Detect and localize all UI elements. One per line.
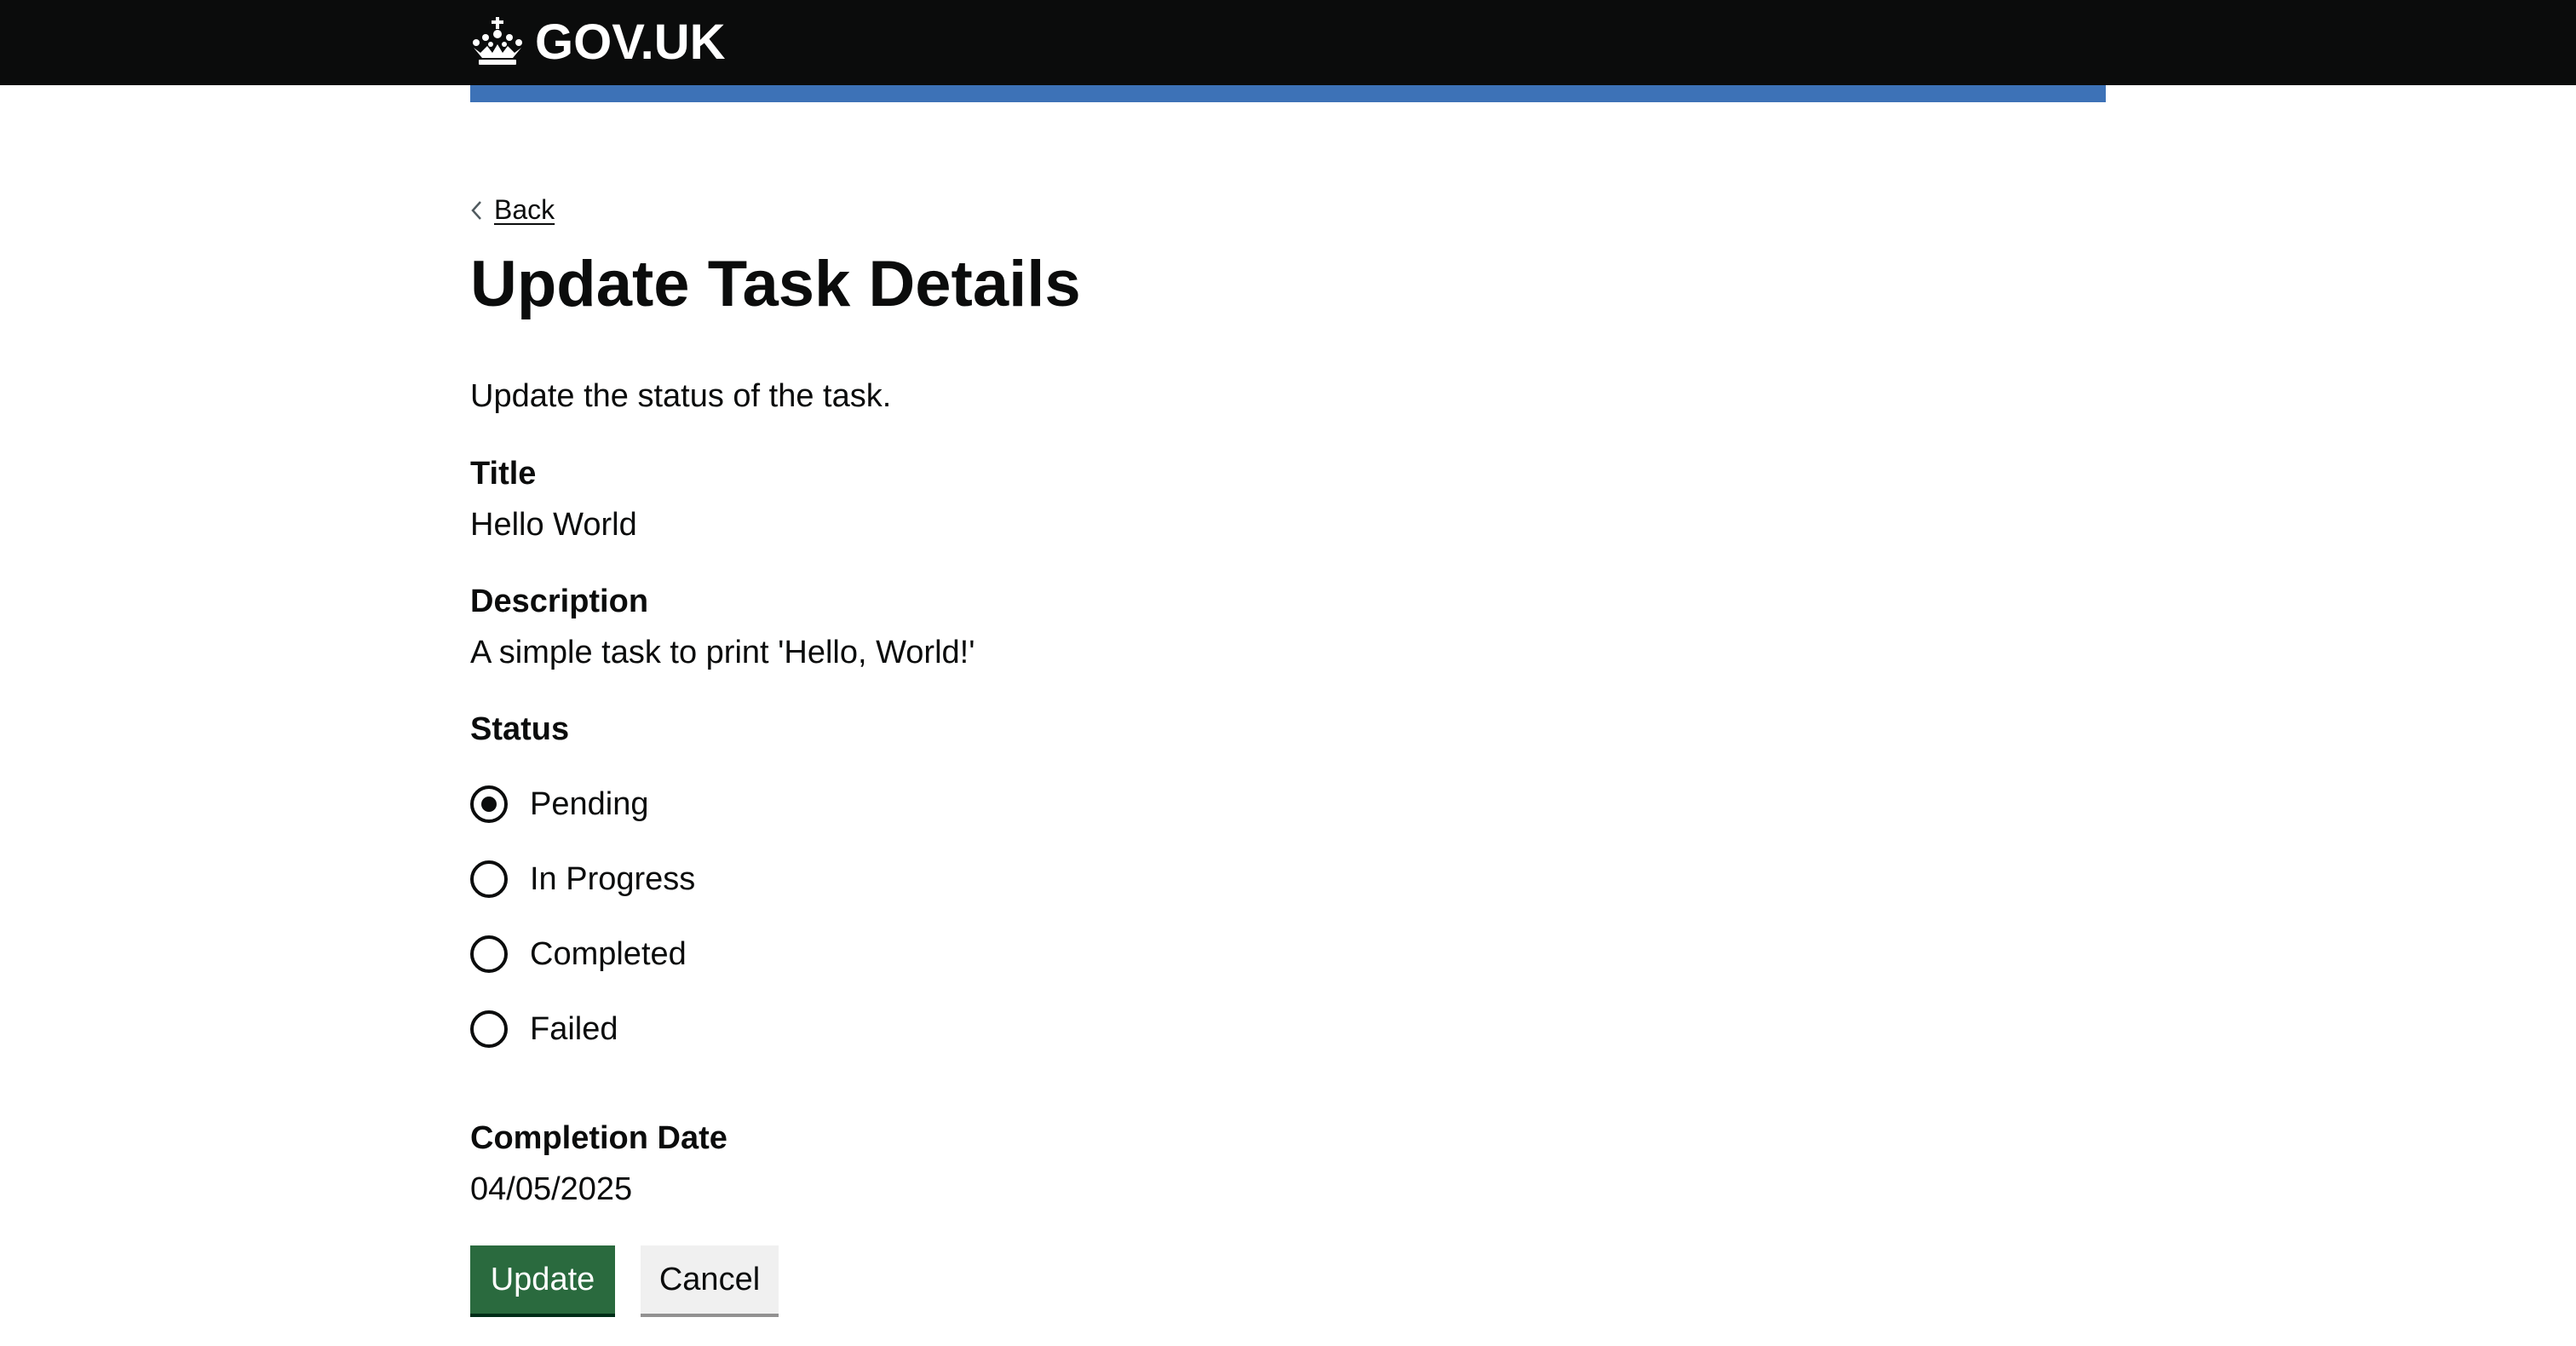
site-header: GOV.UK: [0, 0, 2576, 85]
status-radio-completed[interactable]: Completed: [470, 930, 687, 978]
title-label: Title: [470, 456, 537, 492]
back-link[interactable]: Back: [470, 194, 555, 226]
status-label: Status: [470, 711, 570, 747]
cancel-button[interactable]: Cancel: [641, 1245, 779, 1314]
page-lead: Update the status of the task.: [470, 378, 892, 414]
completion-date-value: 04/05/2025: [470, 1171, 633, 1207]
radio-button[interactable]: [470, 1010, 508, 1048]
status-radio-in-progress[interactable]: In Progress: [470, 855, 695, 903]
page-title: Update Task Details: [470, 248, 1081, 320]
back-link-label: Back: [494, 194, 555, 225]
chevron-left-icon: [471, 200, 481, 220]
radio-label: Completed: [530, 936, 687, 972]
status-radio-failed[interactable]: Failed: [470, 1005, 618, 1053]
update-button[interactable]: Update: [470, 1245, 615, 1314]
radio-button[interactable]: [470, 860, 508, 898]
radio-label: Pending: [530, 786, 649, 822]
status-radio-pending[interactable]: Pending: [470, 780, 648, 828]
header-accent-bar: [470, 85, 2106, 102]
completion-date-label: Completion Date: [470, 1120, 727, 1156]
radio-label: Failed: [530, 1011, 618, 1047]
radio-label: In Progress: [530, 861, 696, 897]
title-value: Hello World: [470, 507, 637, 543]
description-value: A simple task to print 'Hello, World!': [470, 635, 975, 670]
govuk-logo-text: GOV.UK: [535, 14, 726, 70]
radio-button[interactable]: [470, 935, 508, 973]
govuk-logo-link[interactable]: GOV.UK: [470, 0, 725, 85]
description-label: Description: [470, 584, 649, 619]
radio-button-checked[interactable]: [470, 785, 508, 823]
crown-icon: [473, 17, 522, 65]
